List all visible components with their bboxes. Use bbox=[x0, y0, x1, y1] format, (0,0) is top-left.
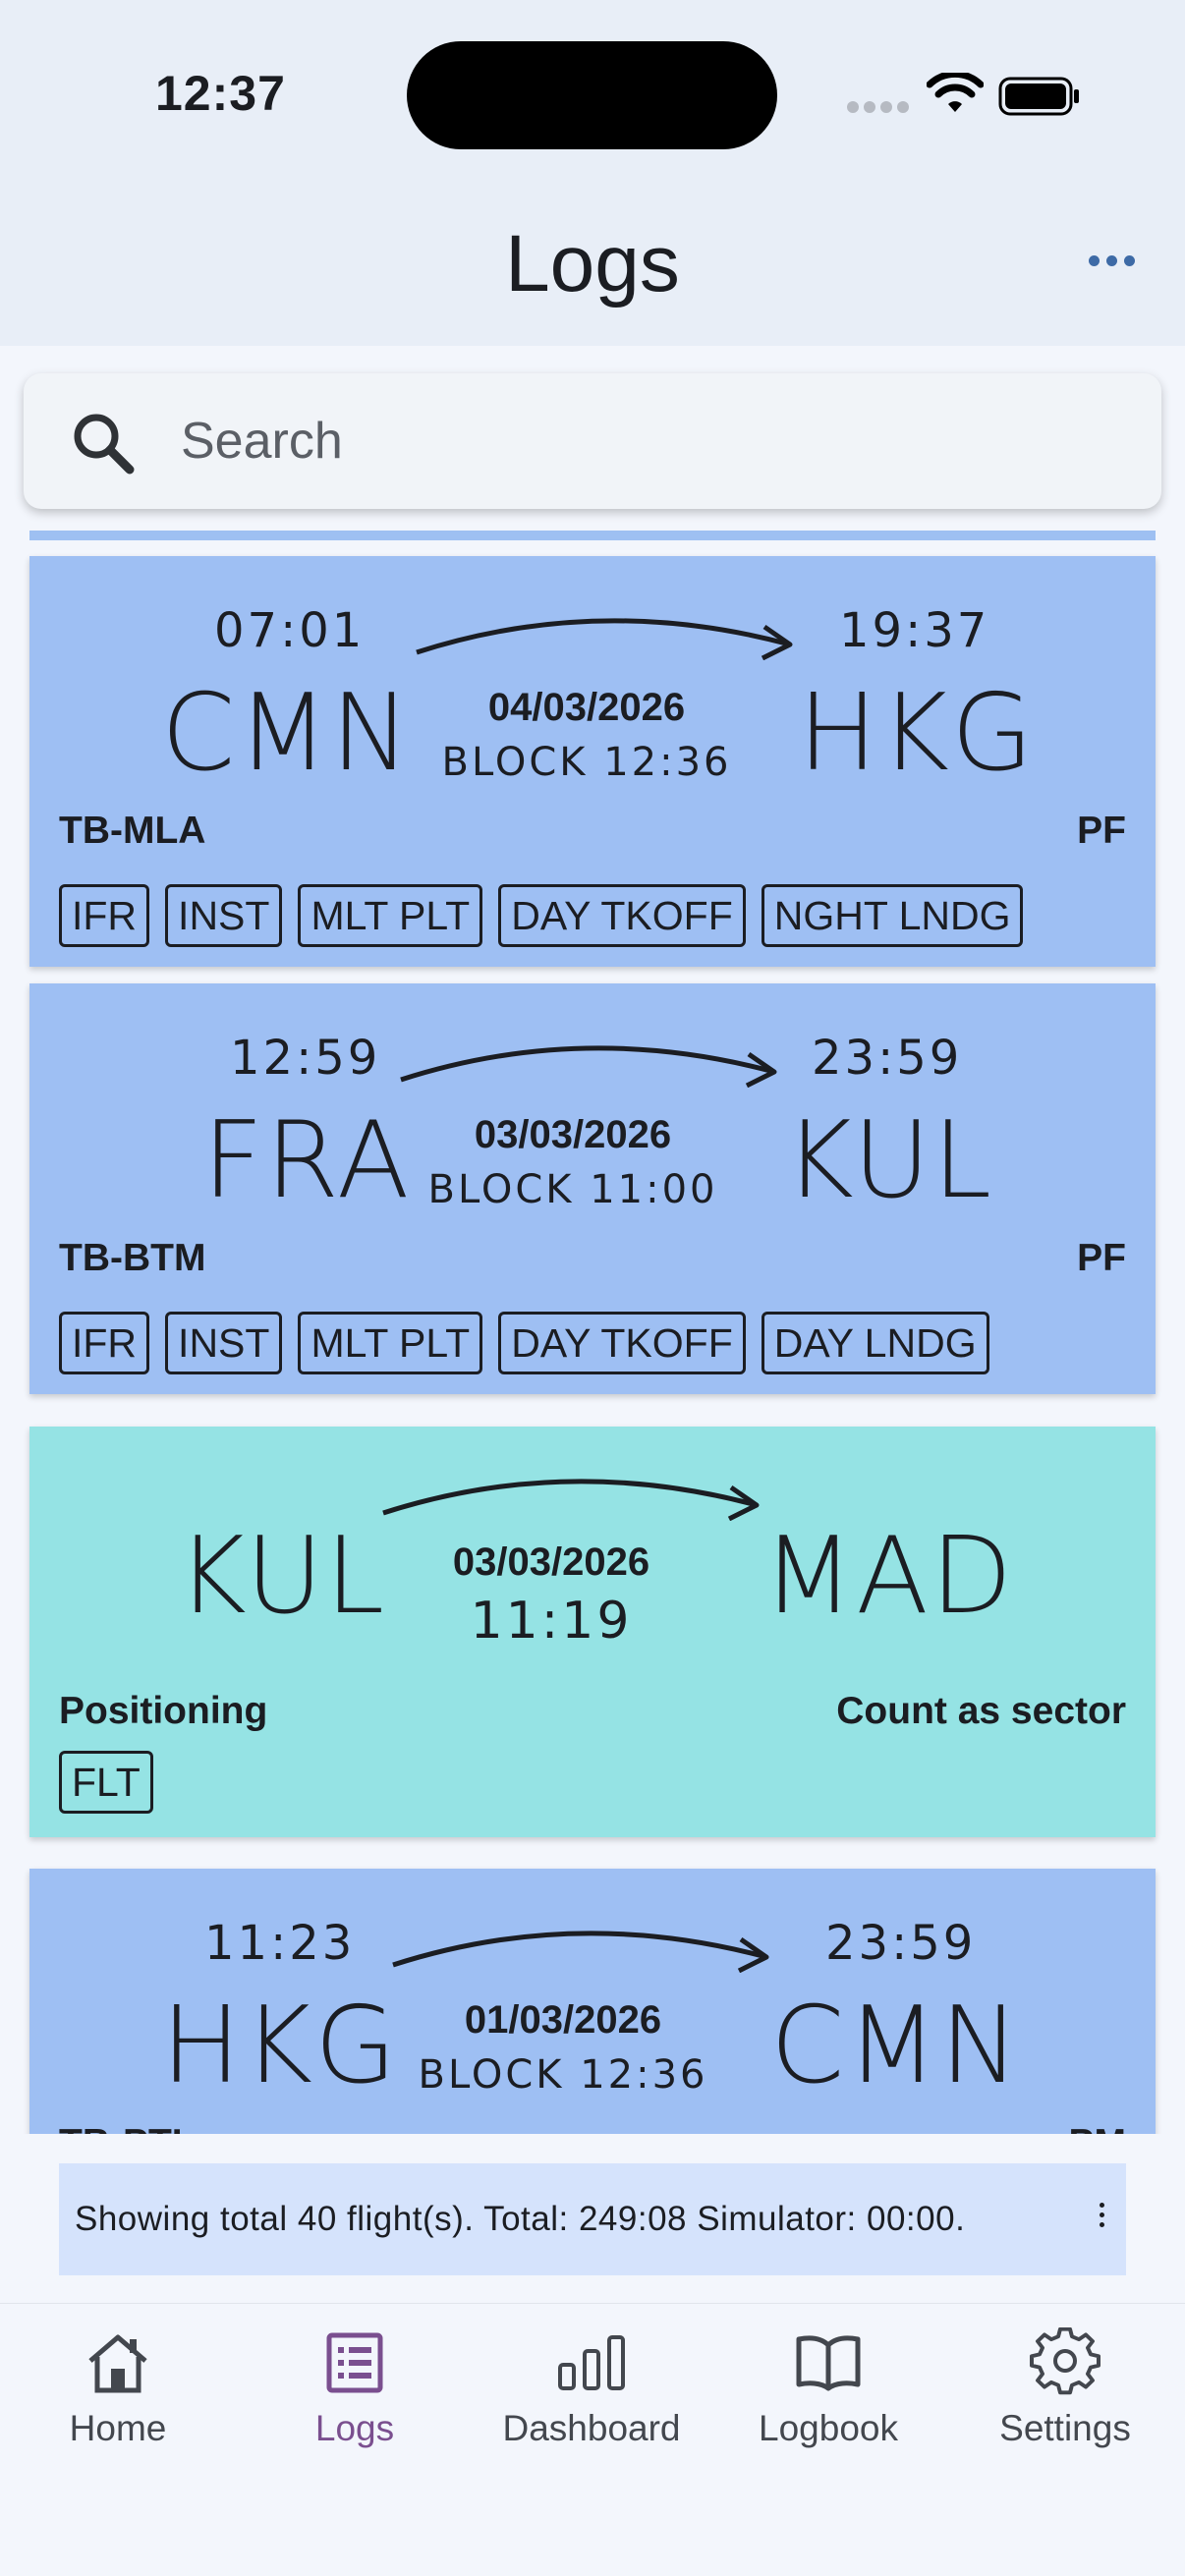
route-arrow-icon bbox=[382, 1479, 760, 1521]
origin-airport: CMN bbox=[161, 672, 413, 795]
tag: IFR bbox=[59, 1312, 150, 1374]
flight-date: 03/03/2026 bbox=[474, 1113, 672, 1156]
summary-text: Showing total 40 flight(s). Total: 249:0… bbox=[75, 2200, 966, 2238]
tag-list: IFR INST MLT PLT DAY TKOFF NGHT LNDG bbox=[59, 884, 1024, 947]
destination-airport: HKG bbox=[798, 672, 1036, 795]
home-icon bbox=[88, 2334, 147, 2393]
flight-card[interactable]: 11:23 23:59 HKG CMN 01/03/2026 BLOCK 12:… bbox=[29, 1869, 1156, 2134]
aircraft-registration: TB-PTL bbox=[59, 2122, 196, 2134]
arrival-time: 23:59 bbox=[812, 1031, 963, 1086]
block-time: BLOCK 12:36 bbox=[418, 2052, 708, 2098]
more-vertical-icon[interactable] bbox=[1100, 2203, 1104, 2227]
tab-dashboard[interactable]: Dashboard bbox=[493, 2327, 690, 2449]
search-icon bbox=[74, 414, 135, 475]
bar-chart-icon bbox=[558, 2335, 625, 2390]
duration: 11:19 bbox=[470, 1592, 633, 1651]
positioning-card[interactable]: KUL MAD 03/03/2026 11:19 Positioning Cou… bbox=[29, 1427, 1156, 1837]
departure-time: 11:23 bbox=[204, 1916, 356, 1971]
flight-date: 01/03/2026 bbox=[464, 1998, 662, 2042]
tag: DAY LNDG bbox=[761, 1312, 989, 1374]
tab-logbook[interactable]: Logbook bbox=[730, 2327, 927, 2449]
tag: NGHT LNDG bbox=[761, 884, 1024, 947]
tag: DAY TKOFF bbox=[498, 1312, 746, 1374]
tab-home[interactable]: Home bbox=[20, 2327, 216, 2449]
block-time: BLOCK 12:36 bbox=[441, 740, 732, 785]
tag: INST bbox=[165, 884, 283, 947]
page-title: Logs bbox=[505, 219, 680, 308]
more-horizontal-icon[interactable] bbox=[1089, 255, 1135, 266]
tab-label: Logs bbox=[314, 2408, 395, 2448]
flight-card[interactable]: 12:59 23:59 FRA KUL 03/03/2026 BLOCK 11:… bbox=[29, 983, 1156, 1394]
block-time: BLOCK 11:00 bbox=[427, 1167, 718, 1212]
pilot-role: PF bbox=[1077, 1237, 1126, 1279]
tag: MLT PLT bbox=[298, 884, 483, 947]
tag: MLT PLT bbox=[298, 1312, 483, 1374]
flight-card[interactable]: 07:01 19:37 CMN HKG 04/03/2026 BLOCK 12:… bbox=[29, 556, 1156, 967]
positioning-label: Positioning bbox=[59, 1690, 268, 1732]
battery-icon bbox=[998, 77, 1079, 116]
tag: DAY TKOFF bbox=[498, 884, 746, 947]
departure-time: 12:59 bbox=[230, 1031, 381, 1086]
tag-list: FLT bbox=[59, 1751, 153, 1814]
departure-time: 07:01 bbox=[214, 603, 366, 658]
tab-label: Logbook bbox=[759, 2408, 898, 2448]
tag: INST bbox=[165, 1312, 283, 1374]
pilot-role: PM bbox=[1069, 2122, 1127, 2134]
destination-airport: KUL bbox=[784, 1099, 994, 1222]
search-input[interactable] bbox=[181, 403, 1065, 479]
tab-label: Dashboard bbox=[502, 2408, 681, 2448]
cellular-signal-icon bbox=[847, 101, 909, 113]
origin-airport: KUL bbox=[177, 1515, 387, 1638]
origin-airport: FRA bbox=[202, 1099, 412, 1222]
arrival-time: 19:37 bbox=[839, 603, 990, 658]
tab-settings[interactable]: Settings bbox=[967, 2327, 1163, 2449]
tab-label: Home bbox=[69, 2408, 167, 2448]
route-arrow-icon bbox=[392, 1931, 769, 1973]
route-arrow-icon bbox=[400, 1045, 777, 1088]
wifi-icon bbox=[927, 73, 984, 112]
list-item-partial bbox=[29, 531, 1156, 540]
count-as-sector-label: Count as sector bbox=[836, 1690, 1126, 1732]
tag-list: IFR INST MLT PLT DAY TKOFF DAY LNDG bbox=[59, 1312, 989, 1374]
aircraft-registration: TB-BTM bbox=[59, 1237, 206, 1279]
route-arrow-icon bbox=[416, 618, 793, 660]
gear-icon bbox=[1030, 2327, 1100, 2395]
list-icon bbox=[326, 2332, 383, 2393]
book-icon bbox=[796, 2335, 861, 2391]
tab-label: Settings bbox=[999, 2408, 1131, 2448]
tab-bar: Home Logs Dashboard Logbook Settings bbox=[0, 2303, 1185, 2576]
aircraft-registration: TB-MLA bbox=[59, 810, 206, 852]
flight-date: 04/03/2026 bbox=[487, 686, 686, 729]
search-bar[interactable] bbox=[24, 373, 1161, 509]
arrival-time: 23:59 bbox=[825, 1916, 977, 1971]
origin-airport: HKG bbox=[161, 1985, 399, 2107]
top-area: 12:37 Logs bbox=[0, 0, 1185, 346]
tag: FLT bbox=[59, 1751, 153, 1814]
tab-logs[interactable]: Logs bbox=[256, 2327, 453, 2449]
summary-bar: Showing total 40 flight(s). Total: 249:0… bbox=[59, 2163, 1126, 2275]
dynamic-island bbox=[407, 41, 777, 149]
tag: IFR bbox=[59, 884, 150, 947]
destination-airport: MAD bbox=[762, 1515, 1015, 1638]
status-time: 12:37 bbox=[155, 66, 286, 121]
destination-airport: CMN bbox=[770, 1985, 1022, 2107]
flight-list[interactable]: 07:01 19:37 CMN HKG 04/03/2026 BLOCK 12:… bbox=[0, 531, 1185, 2134]
pilot-role: PF bbox=[1077, 810, 1126, 852]
flight-date: 03/03/2026 bbox=[452, 1540, 650, 1584]
